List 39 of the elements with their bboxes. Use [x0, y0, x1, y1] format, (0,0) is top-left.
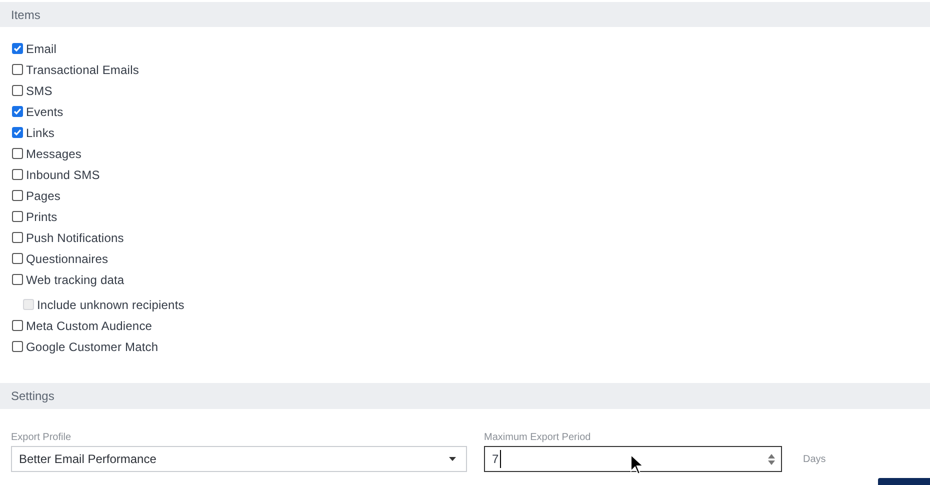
checkbox[interactable]	[12, 169, 23, 180]
period-number-field[interactable]: 7	[484, 446, 782, 472]
checkbox[interactable]	[12, 43, 23, 54]
checkbox-label: Links	[26, 124, 55, 142]
checkbox-label: SMS	[26, 82, 52, 100]
checkbox[interactable]	[12, 274, 23, 285]
checkbox[interactable]	[12, 341, 23, 352]
field-label: Maximum Export Period	[484, 432, 592, 444]
checkbox-label: Meta Custom Audience	[26, 318, 152, 334]
mouse-pointer-icon	[630, 454, 644, 475]
checkbox[interactable]	[12, 253, 23, 264]
checkbox[interactable]	[12, 148, 23, 159]
checkbox[interactable]	[12, 85, 23, 96]
checkbox-label: Google Customer Match	[26, 338, 158, 356]
checkbox-label: Include unknown recipients	[37, 296, 184, 314]
spinner-icon	[768, 454, 775, 464]
checkbox-label: Prints	[26, 208, 58, 226]
checkbox-label: Transactional Emails	[26, 62, 139, 78]
checkbox-label: Email	[26, 40, 57, 58]
checkbox[interactable]	[12, 211, 23, 222]
checkbox[interactable]	[12, 127, 23, 138]
checkbox[interactable]	[12, 190, 23, 201]
checkbox-label: Inbound SMS	[26, 166, 100, 184]
section-header: Items	[0, 2, 930, 27]
checkbox[interactable]	[12, 320, 23, 331]
checkbox[interactable]	[12, 232, 23, 243]
unit-label: Days	[803, 452, 826, 466]
checkbox-label: Pages	[26, 188, 61, 204]
section-header: Settings	[0, 383, 930, 409]
checkbox-label: Push Notifications	[26, 230, 124, 246]
checkbox-label: Events	[26, 104, 64, 120]
export-profile-dropdown[interactable]: Better Email Performance	[11, 446, 467, 472]
field-label: Export Profile	[11, 432, 72, 444]
checkbox[interactable]	[12, 64, 23, 75]
checkbox-label: Questionnaires	[26, 250, 108, 268]
checkbox[interactable]	[12, 106, 23, 117]
caret-icon	[449, 457, 456, 461]
checkbox-label: Messages	[26, 146, 82, 162]
checkbox-label: Web tracking data	[26, 272, 124, 288]
